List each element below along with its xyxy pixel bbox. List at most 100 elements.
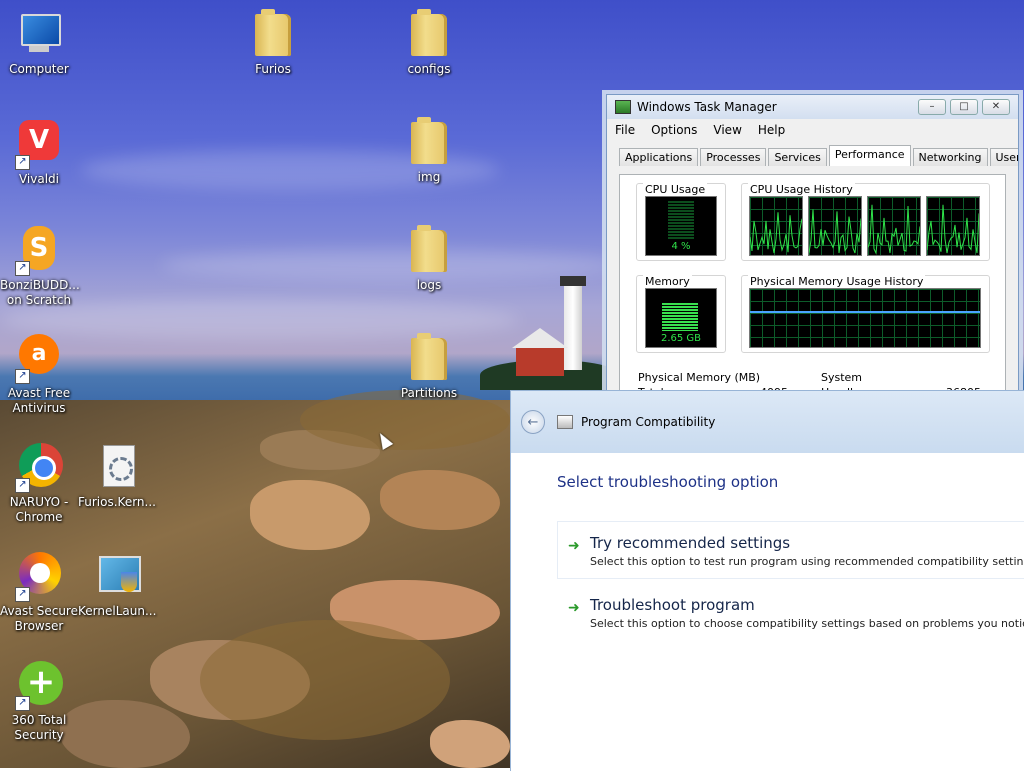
desktop-icon-label: 360 Total Security <box>11 713 67 742</box>
desktop-icon-computer[interactable]: Computer <box>0 10 78 77</box>
cpu-usage-label: CPU Usage <box>643 183 708 196</box>
cpu-history-graph <box>808 196 862 256</box>
title-bar[interactable]: Windows Task Manager – □ ✕ <box>607 95 1018 119</box>
desktop-icon-logs[interactable]: logs <box>390 225 468 293</box>
option-title: Try recommended settings <box>590 534 791 552</box>
cpu-history-line <box>809 209 861 254</box>
desktop-icon-img[interactable]: img <box>390 117 468 185</box>
desktop-icon-chrome[interactable]: ↗ NARUYO - Chrome <box>0 443 78 525</box>
menu-options[interactable]: Options <box>651 123 697 137</box>
tab-processes[interactable]: Processes <box>700 148 767 166</box>
memory-history-graph <box>749 288 981 348</box>
360-security-icon: + ↗ <box>15 661 63 711</box>
desktop-icon-label: Vivaldi <box>18 172 60 186</box>
lighthouse <box>564 284 582 370</box>
memory-history-group: Physical Memory Usage History <box>741 275 990 353</box>
cpu-history-graph <box>867 196 921 256</box>
avast-browser-icon: ↗ <box>15 552 63 602</box>
page-heading: Select troubleshooting option <box>557 473 779 491</box>
cpu-history-line <box>868 204 920 255</box>
desktop-icon-label: Furios.Kern... <box>78 495 156 509</box>
desktop-icon-furios[interactable]: Furios <box>234 9 312 77</box>
tab-users[interactable]: Users <box>989 148 1018 166</box>
avast-icon: a ↗ <box>15 334 63 384</box>
cpu-history-graph <box>926 196 980 256</box>
cpu-usage-value: 4 % <box>671 241 691 252</box>
back-arrow-icon: ← <box>527 414 539 430</box>
cpu-history-label: CPU Usage History <box>748 183 855 196</box>
folder-icon <box>405 117 453 166</box>
desktop-icon-label: BonziBUDD... on Scratch <box>0 278 80 307</box>
folder-icon <box>405 9 453 58</box>
desktop-icon-label: Partitions <box>400 386 458 400</box>
shortcut-arrow-icon: ↗ <box>15 587 30 602</box>
keeper-house <box>516 346 564 376</box>
computer-icon <box>15 10 63 58</box>
memory-label: Memory <box>643 275 692 288</box>
window-header: ← Program Compatibility <box>511 391 1024 453</box>
tab-networking[interactable]: Networking <box>912 148 988 166</box>
physical-memory-label: Physical Memory (MB) <box>638 371 761 384</box>
green-arrow-icon: ➜ <box>568 600 580 616</box>
task-manager-icon <box>615 100 631 114</box>
minimize-button[interactable]: – <box>918 99 946 115</box>
cpu-usage-group: CPU Usage 4 % <box>636 183 726 261</box>
desktop-icon-furios-kern[interactable]: Furios.Kern... <box>78 443 156 510</box>
cpu-usage-meter: 4 % <box>645 196 717 256</box>
tab-performance[interactable]: Performance <box>828 145 911 166</box>
option-description: Select this option to choose compatibili… <box>590 617 1024 630</box>
program-compatibility-icon <box>557 415 573 429</box>
option-troubleshoot-program[interactable]: ➜ Troubleshoot program Select this optio… <box>557 583 1024 641</box>
desktop-icon-bonzibuddy[interactable]: S ↗ BonziBUDD... on Scratch <box>0 226 80 308</box>
desktop-icon-360-security[interactable]: + ↗ 360 Total Security <box>0 661 78 743</box>
house-roof <box>512 328 568 348</box>
desktop-icon-label: NARUYO - Chrome <box>9 495 69 524</box>
cpu-history-line <box>750 212 802 254</box>
task-manager-window[interactable]: Windows Task Manager – □ ✕ File Options … <box>606 94 1019 396</box>
close-button[interactable]: ✕ <box>982 99 1010 115</box>
desktop-icon-label: Computer <box>9 62 69 76</box>
config-file-icon <box>93 443 141 491</box>
menu-help[interactable]: Help <box>758 123 785 137</box>
lighthouse-lamp <box>560 276 586 286</box>
desktop-icon-vivaldi[interactable]: V ↗ Vivaldi <box>0 120 78 187</box>
menu-file[interactable]: File <box>615 123 635 137</box>
bonzibuddy-icon: S ↗ <box>15 226 63 276</box>
back-button[interactable]: ← <box>521 410 545 434</box>
window-title: Program Compatibility <box>581 415 716 429</box>
tab-applications[interactable]: Applications <box>619 148 699 166</box>
cpu-history-graph <box>749 196 803 256</box>
cpu-history-group: CPU Usage History <box>741 183 990 261</box>
option-description: Select this option to test run program u… <box>590 555 1024 568</box>
desktop-icon-avast-browser[interactable]: ↗ Avast Secure Browser <box>0 552 78 634</box>
menu-bar: File Options View Help <box>607 119 1018 141</box>
desktop-icon-partitions[interactable]: Partitions <box>390 333 468 401</box>
desktop-icon-label: Avast Secure Browser <box>0 604 78 633</box>
program-compatibility-window[interactable]: ← Program Compatibility Select troublesh… <box>510 390 1024 771</box>
desktop-icon-kernel-launcher[interactable]: KernelLaun... <box>78 552 156 619</box>
desktop-icon-configs[interactable]: configs <box>390 9 468 77</box>
memory-group: Memory 2.65 GB <box>636 275 726 353</box>
vivaldi-icon: V ↗ <box>15 120 63 170</box>
shortcut-arrow-icon: ↗ <box>15 478 30 493</box>
desktop-icon-label: configs <box>407 62 451 76</box>
chrome-icon: ↗ <box>15 443 63 493</box>
grass <box>200 620 450 740</box>
menu-view[interactable]: View <box>713 123 741 137</box>
maximize-button[interactable]: □ <box>950 99 978 115</box>
desktop-icon-label: Avast Free Antivirus <box>7 386 71 415</box>
kernel-launcher-icon <box>93 552 141 600</box>
desktop-icon-avast-free[interactable]: a ↗ Avast Free Antivirus <box>0 334 78 416</box>
window-title: Windows Task Manager <box>637 100 777 114</box>
desktop-icon-label: Furios <box>255 62 291 76</box>
shortcut-arrow-icon: ↗ <box>15 696 30 711</box>
option-try-recommended-settings[interactable]: ➜ Try recommended settings Select this o… <box>557 521 1024 579</box>
system-label: System <box>821 371 863 384</box>
desktop-icon-label: logs <box>416 278 442 292</box>
folder-icon <box>405 225 453 274</box>
cpu-history-line <box>927 204 979 254</box>
tab-services[interactable]: Services <box>768 148 827 166</box>
performance-panel: CPU Usage 4 % CPU Usage History Memory 2… <box>619 174 1006 395</box>
tab-strip: Applications Processes Services Performa… <box>607 145 1018 166</box>
shortcut-arrow-icon: ↗ <box>15 369 30 384</box>
